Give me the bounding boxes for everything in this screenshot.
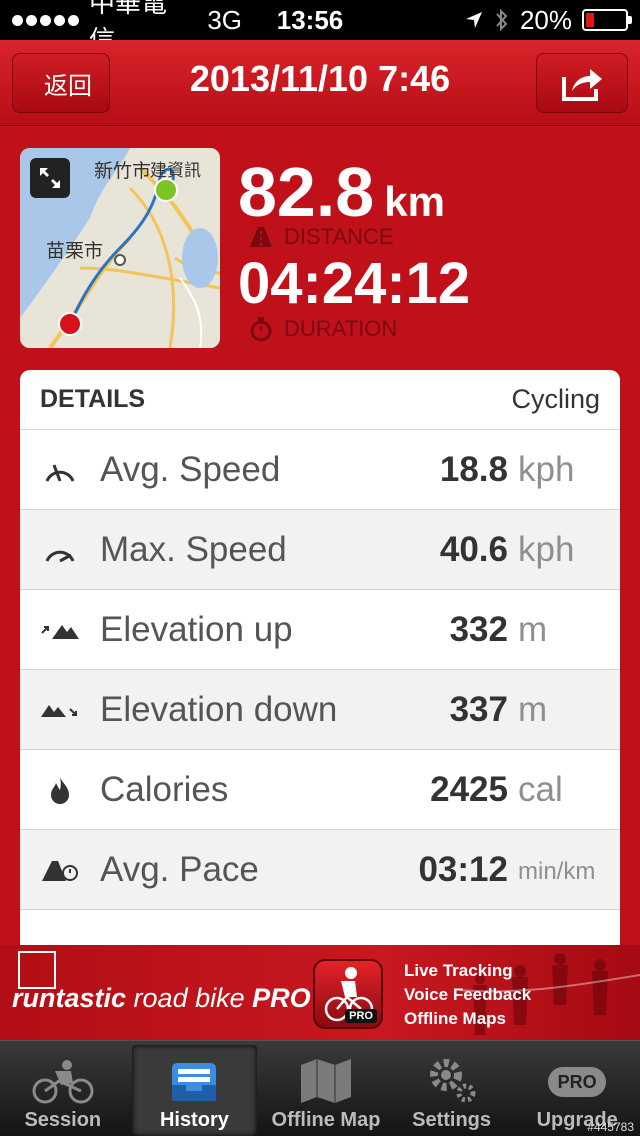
banner-brand: runtastic road bike PRO bbox=[12, 983, 311, 1014]
detail-value: 18.8 bbox=[439, 449, 508, 489]
tab-session[interactable]: Session bbox=[0, 1041, 126, 1136]
detail-row-avg-speed: Avg. Speed 18.8 kph bbox=[20, 430, 620, 510]
tab-label: Offline Map bbox=[271, 1109, 381, 1131]
detail-value: 03:12 bbox=[418, 849, 508, 889]
detail-value: 2425 bbox=[430, 769, 508, 809]
tab-offline-map[interactable]: Offline Map bbox=[263, 1041, 389, 1136]
back-button-label: 返回 bbox=[44, 72, 92, 100]
road-icon bbox=[250, 227, 272, 247]
expand-icon[interactable] bbox=[30, 158, 70, 198]
map-icon bbox=[300, 1059, 351, 1103]
cyclist-icon bbox=[32, 1060, 94, 1104]
detail-row-calories: Calories 2425 cal bbox=[20, 750, 620, 830]
detail-row-elevation-up: Elevation up 332 m bbox=[20, 590, 620, 670]
detail-unit: m bbox=[518, 609, 548, 649]
tab-label: Settings bbox=[412, 1109, 492, 1131]
tab-history[interactable]: History bbox=[131, 1045, 258, 1136]
status-bar: 中華電信 3G 13:56 20% bbox=[0, 0, 640, 55]
distance-label-text: DISTANCE bbox=[284, 224, 394, 249]
duration-label-text: DURATION bbox=[284, 316, 398, 341]
detail-row-elevation-down: Elevation down 337 m bbox=[20, 670, 620, 750]
distance-display: 82.8 km bbox=[238, 152, 445, 232]
app-icon-pro-badge: PRO bbox=[345, 1009, 377, 1023]
bluetooth-icon bbox=[496, 8, 508, 32]
details-title: DETAILS bbox=[40, 385, 146, 413]
map-label-top: 新竹市 bbox=[94, 161, 152, 182]
duration-value: 04:24:12 bbox=[238, 251, 471, 316]
pace-icon bbox=[20, 857, 100, 883]
distance-label: DISTANCE bbox=[248, 224, 394, 250]
promo-banner[interactable]: runtastic road bike PRO PRO Live Trackin… bbox=[0, 945, 640, 1040]
tab-bar: Session History Offline Map Settings PRO… bbox=[0, 1040, 640, 1136]
brand-product: road bike bbox=[133, 983, 245, 1013]
share-button[interactable] bbox=[536, 53, 628, 113]
brand-runtastic: runtastic bbox=[12, 983, 127, 1013]
tray-icon bbox=[172, 1063, 217, 1101]
tab-settings[interactable]: Settings bbox=[389, 1041, 515, 1136]
location-arrow-icon bbox=[465, 12, 482, 28]
back-button[interactable]: 返回 bbox=[12, 53, 110, 113]
battery-percent: 20% bbox=[519, 4, 572, 35]
stopwatch-icon bbox=[250, 317, 272, 342]
distance-value: 82.8 bbox=[238, 153, 375, 231]
flame-icon bbox=[20, 775, 100, 805]
signal-strength-icon bbox=[12, 14, 79, 26]
status-time: 13:56 bbox=[276, 4, 344, 35]
detail-row-avg-pace: Avg. Pace 03:12 min/km bbox=[20, 830, 620, 910]
share-icon bbox=[562, 69, 602, 101]
feature-item: Live Tracking bbox=[404, 961, 513, 980]
tab-label: History bbox=[159, 1109, 229, 1131]
detail-value: 40.6 bbox=[439, 529, 508, 569]
feature-item: Offline Maps bbox=[404, 1009, 507, 1028]
watermark: #445783 bbox=[587, 1120, 634, 1134]
feature-item: Voice Feedback bbox=[404, 985, 532, 1004]
route-map-thumbnail[interactable]: 新竹市 建資訊 苗栗市 bbox=[20, 148, 220, 348]
detail-value: 332 bbox=[449, 609, 508, 649]
brand-pro: PRO bbox=[252, 983, 311, 1013]
details-card: DETAILS Cycling Avg. Speed 18.8 kph Max.… bbox=[20, 370, 620, 945]
detail-value: 337 bbox=[449, 689, 508, 729]
detail-unit: min/km bbox=[518, 858, 596, 885]
navigation-bar: 返回 2013/11/10 7:46 bbox=[0, 40, 640, 126]
duration-label: DURATION bbox=[248, 316, 397, 342]
detail-unit: kph bbox=[518, 529, 575, 569]
pro-badge-icon: PRO bbox=[548, 1067, 607, 1097]
elevation-down-icon bbox=[20, 699, 100, 721]
map-label-top2: 建資訊 bbox=[150, 161, 201, 180]
detail-unit: cal bbox=[518, 769, 563, 809]
map-label-left: 苗栗市 bbox=[46, 241, 104, 262]
details-header: DETAILS Cycling bbox=[20, 370, 620, 430]
detail-row-max-speed: Max. Speed 40.6 kph bbox=[20, 510, 620, 590]
max-speedometer-icon bbox=[20, 535, 100, 565]
app-icon: PRO bbox=[313, 959, 383, 1029]
page-title: 2013/11/10 7:46 bbox=[189, 58, 451, 99]
detail-unit: m bbox=[518, 689, 548, 729]
elevation-up-icon bbox=[20, 619, 100, 641]
battery-icon bbox=[582, 9, 632, 31]
gear-icon bbox=[429, 1059, 476, 1103]
tab-label: Session bbox=[24, 1109, 102, 1131]
distance-unit: km bbox=[384, 178, 445, 225]
speedometer-icon bbox=[20, 455, 100, 485]
detail-unit: kph bbox=[518, 449, 575, 489]
activity-type[interactable]: Cycling bbox=[511, 384, 600, 415]
pro-badge-text: PRO bbox=[557, 1071, 597, 1092]
banner-features: Live Tracking Voice Feedback Offline Map… bbox=[404, 959, 531, 1031]
